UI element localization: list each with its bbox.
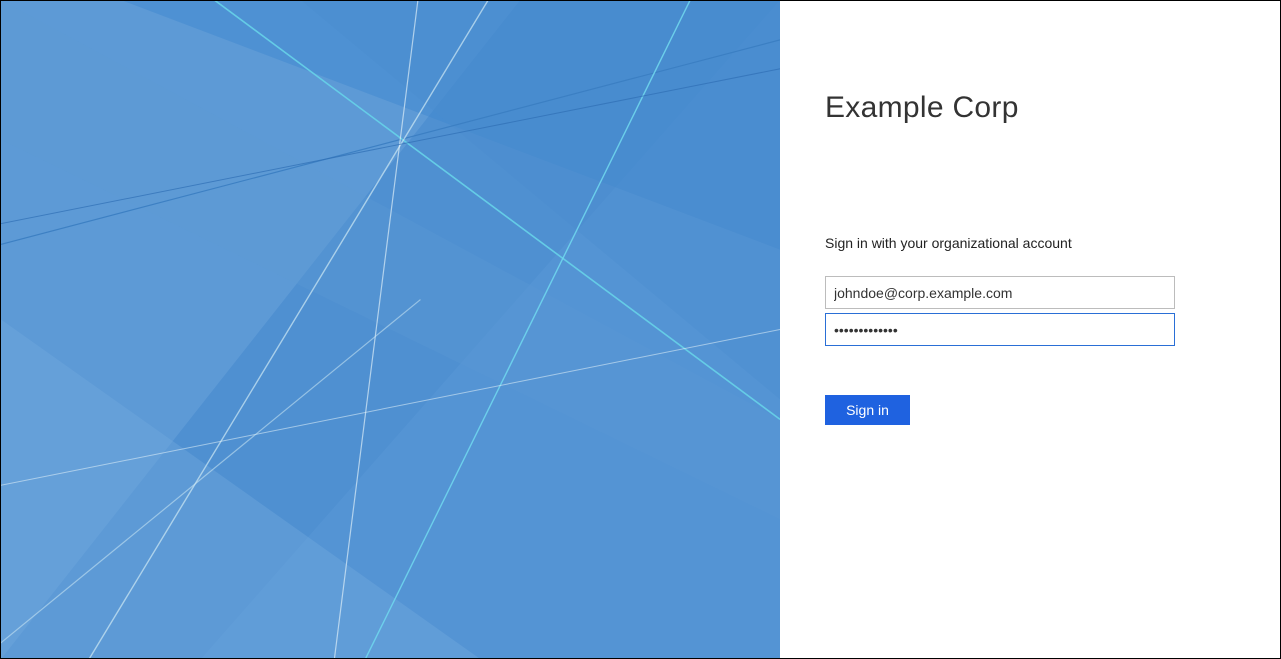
illustration-panel	[1, 1, 780, 658]
signin-instruction: Sign in with your organizational account	[825, 235, 1220, 251]
form-panel: Example Corp Sign in with your organizat…	[780, 1, 1280, 658]
organization-name: Example Corp	[825, 91, 1220, 125]
password-field[interactable]	[825, 313, 1175, 346]
illustration-svg	[1, 1, 780, 658]
username-field[interactable]	[825, 276, 1175, 309]
signin-button[interactable]: Sign in	[825, 395, 910, 425]
signin-page: Example Corp Sign in with your organizat…	[0, 0, 1281, 659]
